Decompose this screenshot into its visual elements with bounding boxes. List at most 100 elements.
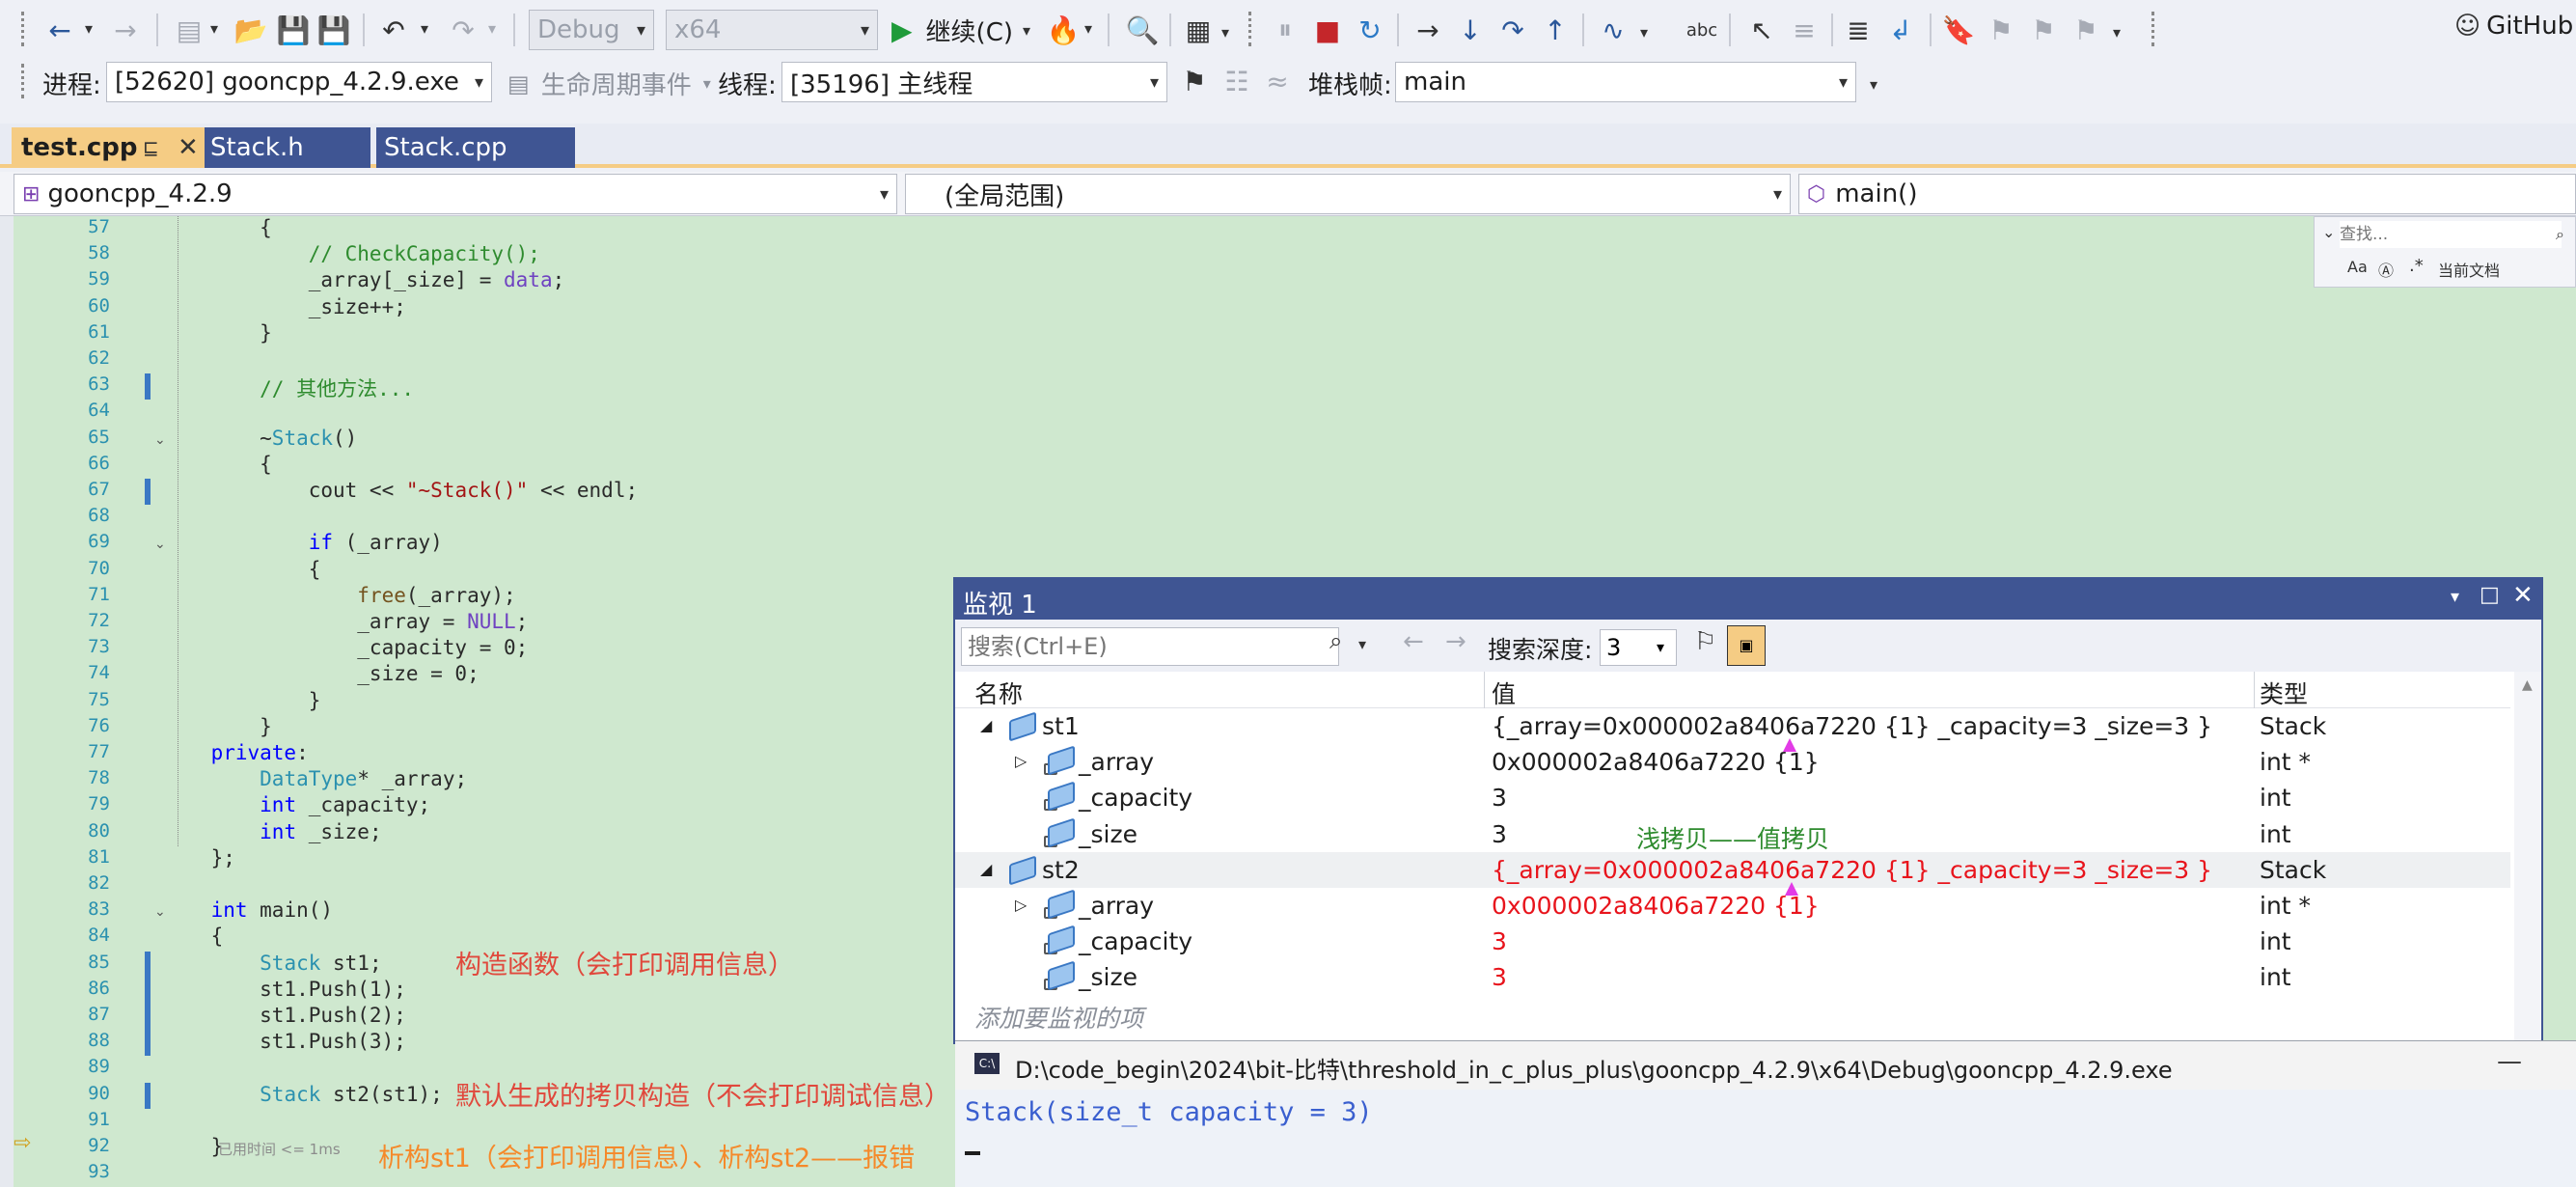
- collapse-chevron-icon[interactable]: ⌄: [154, 904, 166, 920]
- diagnostic-icon[interactable]: ∿: [1594, 11, 1632, 49]
- scroll-up-icon[interactable]: ▲: [2522, 677, 2533, 693]
- process-select[interactable]: [52620] gooncpp_4.2.9.exe ▾: [106, 62, 492, 102]
- flag-thread-icon[interactable]: ⚑: [1175, 62, 1214, 100]
- find-expand-icon[interactable]: ⌄: [2322, 223, 2335, 241]
- watch-row[interactable]: ◢ st1 {_array=0x000002a8406a7220 {1} _capa…: [955, 708, 2510, 744]
- tab-test-cpp[interactable]: test.cpp ⊑ ✕: [12, 127, 205, 168]
- search-back-icon[interactable]: ←: [1403, 627, 1424, 656]
- open-folder-icon[interactable]: 📂: [232, 11, 270, 49]
- col-divider[interactable]: [1484, 672, 1485, 708]
- col-type[interactable]: 类型: [2260, 676, 2308, 710]
- search-options-dropdown-icon[interactable]: ▾: [1358, 635, 1366, 653]
- tab-stack-h[interactable]: Stack.h: [205, 127, 370, 168]
- watch-value[interactable]: 0x000002a8406a7220 {1}: [1492, 892, 1820, 920]
- pointer-icon[interactable]: ↖: [1742, 11, 1781, 49]
- lifecycle-events-button[interactable]: ▤ 生命周期事件 ▾: [507, 66, 711, 101]
- parallel-stacks-icon[interactable]: ☷: [1218, 62, 1256, 100]
- search-icon[interactable]: ⌕: [1329, 627, 1342, 654]
- config-select[interactable]: Debug ▾: [529, 10, 654, 50]
- close-icon[interactable]: ✕: [178, 133, 199, 162]
- depth-select[interactable]: 3 ▾: [1600, 629, 1677, 666]
- stop-icon[interactable]: ■: [1308, 11, 1347, 49]
- watch-value[interactable]: {_array=0x000002a8406a7220 {1} _capacity…: [1492, 856, 2212, 884]
- forward-icon[interactable]: →: [106, 11, 145, 49]
- uncomment-icon[interactable]: ↲: [1881, 11, 1920, 49]
- watch-search-input[interactable]: [961, 627, 1339, 666]
- watch-value[interactable]: 3: [1492, 820, 1507, 848]
- show-next-statement-icon[interactable]: →: [1409, 11, 1447, 49]
- col-divider[interactable]: [2254, 672, 2255, 708]
- watch-row[interactable]: _capacity 3 int: [955, 780, 2510, 815]
- save-all-icon[interactable]: 💾: [315, 11, 353, 49]
- diagnostic-dropdown-icon[interactable]: ▾: [1640, 23, 1648, 41]
- overflow-dropdown-icon[interactable]: ▾: [1870, 75, 1877, 94]
- find-in-files-icon[interactable]: 🔍: [1123, 11, 1162, 49]
- hex-display-button[interactable]: ▣: [1727, 625, 1766, 666]
- member-select[interactable]: ⬡ main(): [1798, 174, 2576, 214]
- save-icon[interactable]: 💾: [274, 11, 313, 49]
- step-into-icon[interactable]: ↓: [1451, 11, 1490, 49]
- back-dropdown-icon[interactable]: ▾: [85, 19, 93, 38]
- hot-reload-icon[interactable]: 🔥: [1044, 11, 1082, 49]
- scope-select[interactable]: (全局范围) ▾: [905, 174, 1791, 214]
- continue-button[interactable]: ▶ 继续(C) ▾: [891, 12, 1030, 48]
- maximize-icon[interactable]: □: [2480, 583, 2500, 607]
- format-icon[interactable]: ≡: [1785, 11, 1823, 49]
- watch-row[interactable]: ▷ _array 0x000002a8406a7220 {1} int *: [955, 744, 2510, 780]
- watch-value[interactable]: 0x000002a8406a7220 {1}: [1492, 748, 1820, 776]
- clear-bookmarks-icon[interactable]: ⚑: [2067, 11, 2105, 49]
- step-out-icon[interactable]: ↑: [1536, 11, 1575, 49]
- window-layout-icon[interactable]: ▦: [1179, 11, 1218, 49]
- expand-icon[interactable]: ▷: [1015, 896, 1027, 914]
- overflow-dropdown-icon[interactable]: ▾: [2113, 23, 2121, 41]
- watch-value[interactable]: {_array=0x000002a8406a7220 {1} _capacity…: [1492, 712, 2212, 740]
- search-forward-icon[interactable]: →: [1445, 627, 1466, 656]
- watch-row[interactable]: ▷ _array 0x000002a8406a7220 {1} int *: [955, 888, 2510, 924]
- watch-value[interactable]: 3: [1492, 784, 1507, 812]
- collapse-icon[interactable]: ◢: [980, 716, 992, 734]
- project-select[interactable]: ⊞ gooncpp_4.2.9 ▾: [14, 174, 897, 214]
- new-project-icon[interactable]: ▤: [170, 11, 208, 49]
- window-menu-icon[interactable]: ▾: [2451, 587, 2459, 607]
- spell-check-icon[interactable]: abc: [1683, 11, 1721, 49]
- step-over-icon[interactable]: ↷: [1494, 11, 1532, 49]
- col-value[interactable]: 值: [1492, 676, 1516, 710]
- watch-value[interactable]: 3: [1492, 963, 1507, 991]
- threads-icon[interactable]: ≈: [1258, 62, 1297, 100]
- hot-reload-dropdown-icon[interactable]: ▾: [1084, 19, 1092, 38]
- layout-dropdown-icon[interactable]: ▾: [1221, 23, 1229, 41]
- find-input[interactable]: [2340, 221, 2562, 248]
- collapse-chevron-icon[interactable]: ⌄: [154, 537, 166, 552]
- prev-bookmark-icon[interactable]: ⚑: [1982, 11, 2020, 49]
- undo-dropdown-icon[interactable]: ▾: [421, 19, 428, 38]
- col-name[interactable]: 名称: [974, 676, 1023, 710]
- pin-watch-icon[interactable]: ⚐: [1694, 627, 1716, 656]
- bookmark-icon[interactable]: 🔖: [1939, 11, 1978, 49]
- redo-icon[interactable]: ↷: [444, 11, 482, 49]
- find-search-icon[interactable]: ⌕: [2556, 225, 2564, 244]
- thread-select[interactable]: [35196] 主线程 ▾: [781, 62, 1167, 102]
- github-button[interactable]: ☺ GitHub: [2454, 12, 2573, 41]
- watch-value[interactable]: 3: [1492, 927, 1507, 955]
- collapse-icon[interactable]: ◢: [980, 860, 992, 878]
- pause-icon[interactable]: ⏸: [1266, 11, 1304, 49]
- expand-icon[interactable]: ▷: [1015, 752, 1027, 770]
- back-icon[interactable]: ←: [41, 11, 79, 49]
- regex-icon[interactable]: .*: [2409, 256, 2424, 276]
- stackframe-select[interactable]: main ▾: [1395, 62, 1856, 102]
- watch-row[interactable]: ◢ st2 {_array=0x000002a8406a7220 {1} _capa…: [955, 851, 2510, 888]
- comment-out-icon[interactable]: ≣: [1839, 11, 1877, 49]
- watch-scrollbar[interactable]: ▲: [2514, 672, 2541, 1042]
- redo-dropdown-icon[interactable]: ▾: [488, 19, 496, 38]
- next-bookmark-icon[interactable]: ⚑: [2024, 11, 2063, 49]
- watch-row[interactable]: _capacity 3 int: [955, 924, 2510, 959]
- close-icon[interactable]: ✕: [2512, 581, 2534, 610]
- platform-select[interactable]: x64 ▾: [666, 10, 878, 50]
- match-word-icon[interactable]: Ⓐ: [2378, 258, 2394, 281]
- new-dropdown-icon[interactable]: ▾: [210, 19, 218, 38]
- match-case-button[interactable]: Aa: [2347, 258, 2368, 276]
- add-watch-item[interactable]: 添加要监视的项: [955, 996, 2510, 1033]
- minimize-icon[interactable]: —: [2497, 1047, 2522, 1076]
- pin-icon[interactable]: ⊑: [143, 136, 159, 159]
- tab-stack-cpp[interactable]: Stack.cpp: [376, 127, 575, 168]
